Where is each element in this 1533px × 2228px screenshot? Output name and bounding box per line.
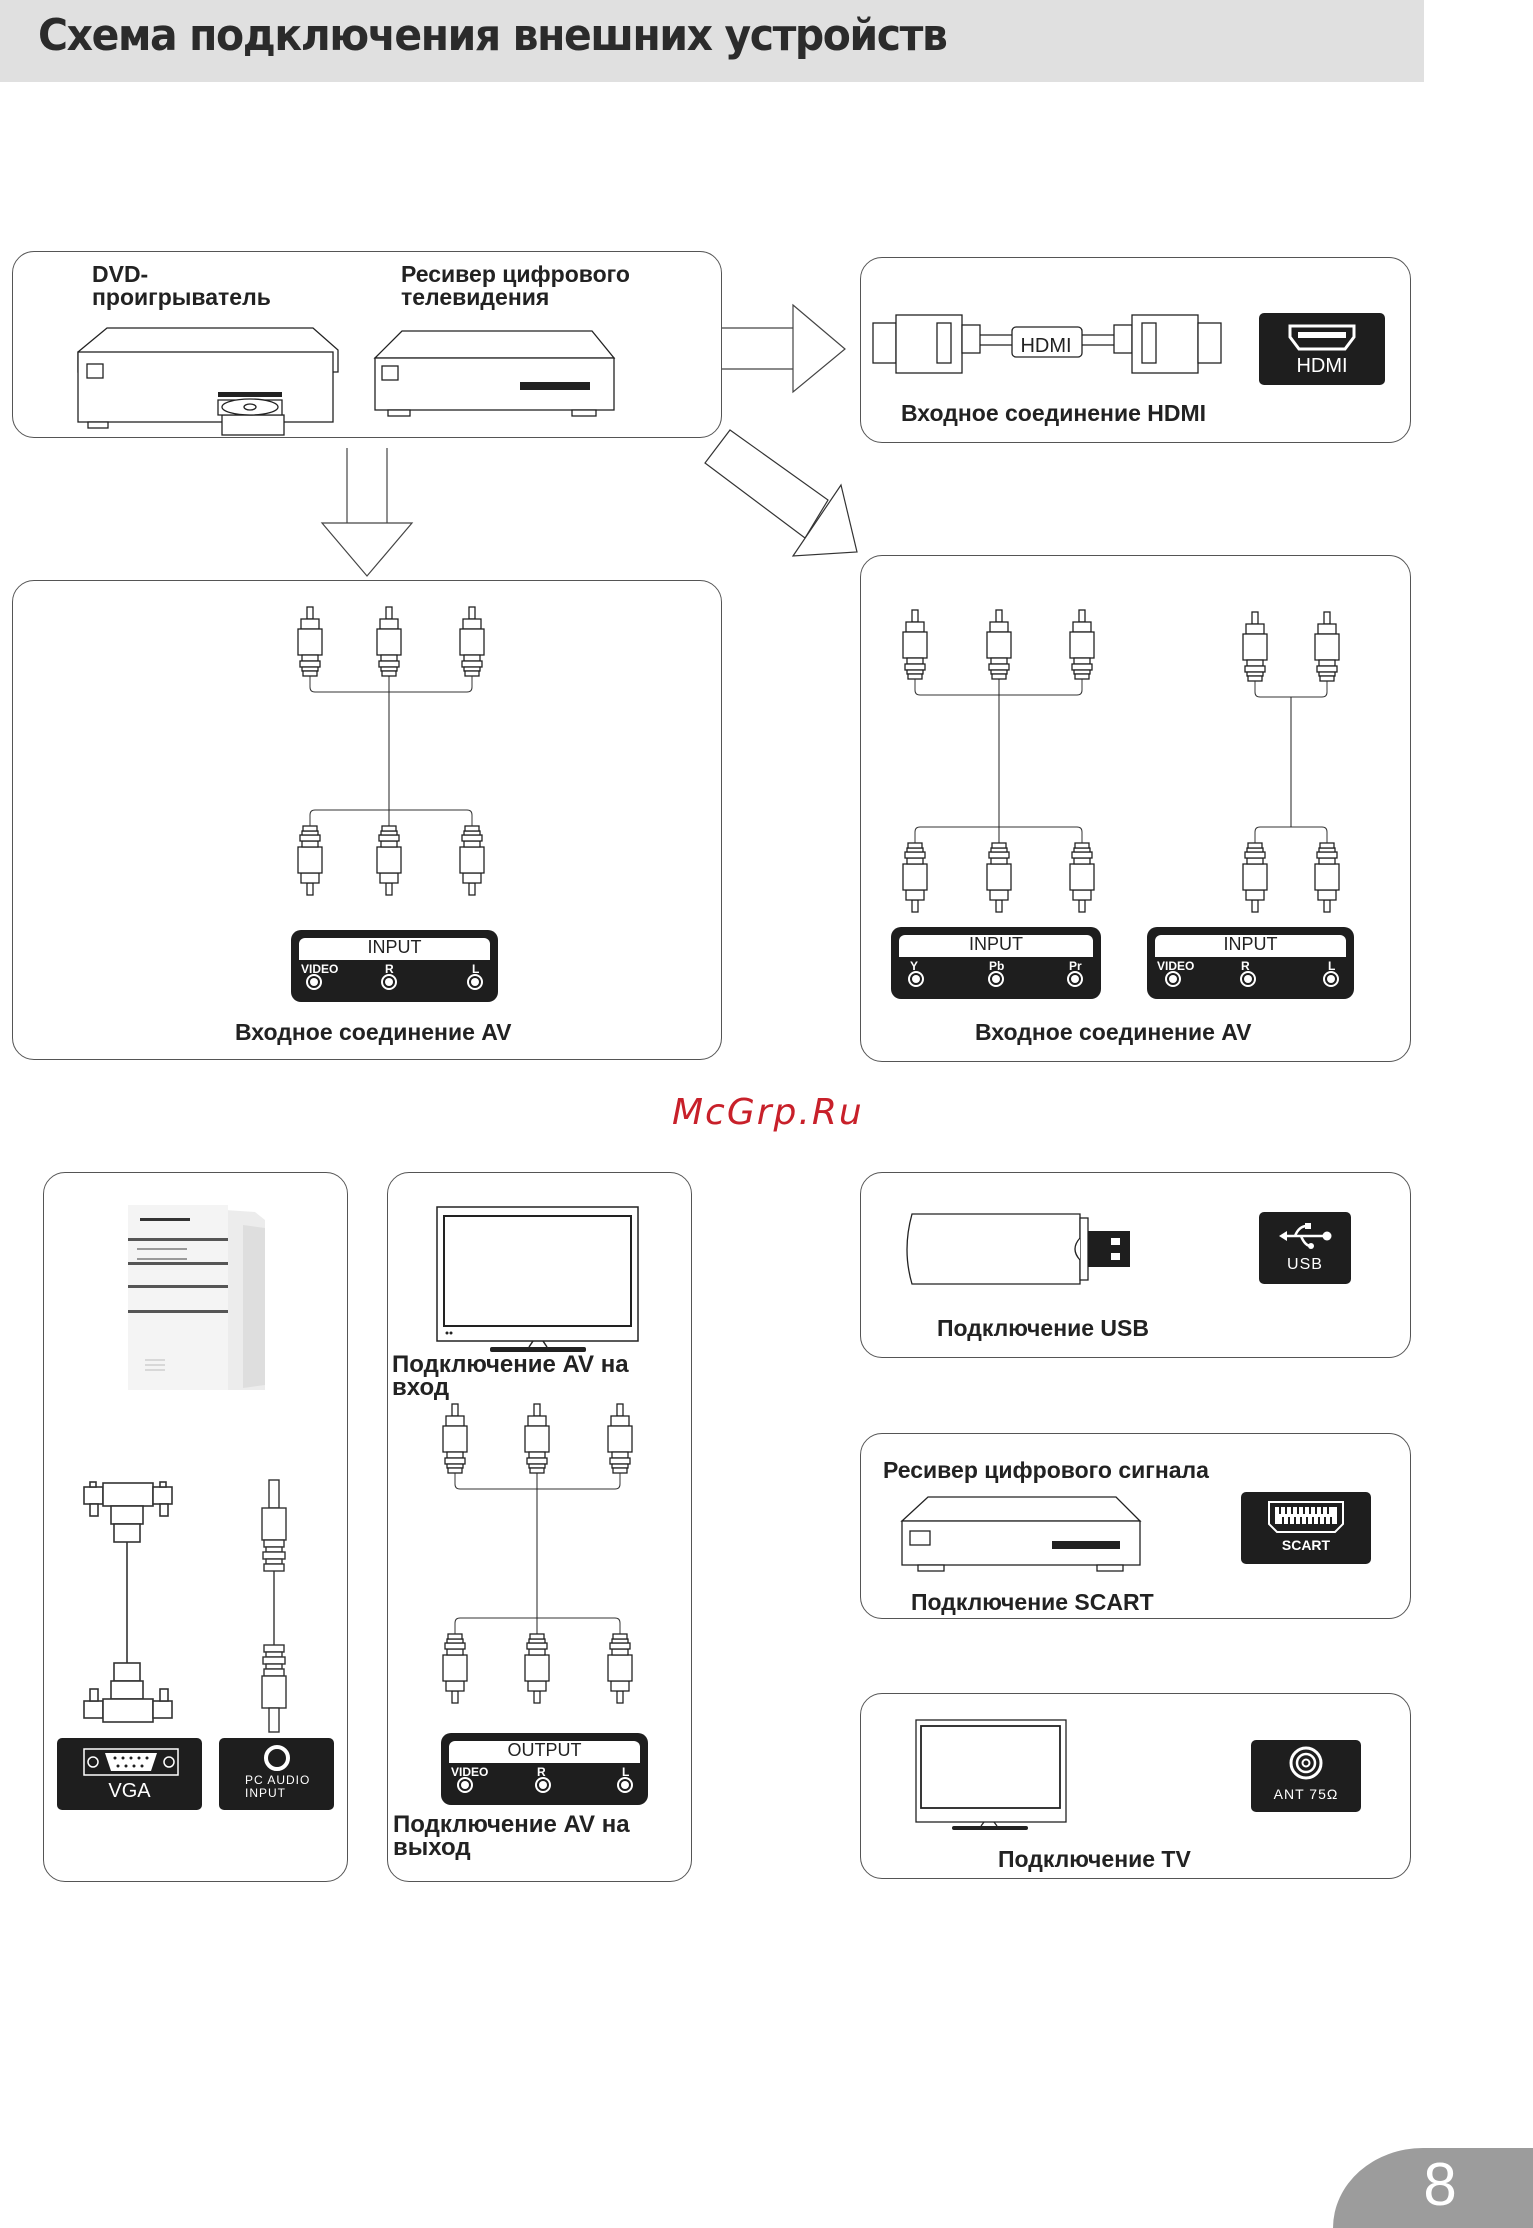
dvd-label-line2: проигрыватель — [92, 284, 271, 310]
av-input-caption: Входное соединение AV — [235, 1019, 512, 1045]
av-input-title: INPUT — [367, 937, 422, 957]
arrow-to-component — [704, 429, 858, 557]
hdmi-port-badge: HDMI — [1259, 313, 1385, 385]
usb-port-badge: USB — [1259, 1212, 1351, 1284]
watermark: McGrp.Ru — [672, 1092, 864, 1133]
av-out-caption-line2: выход — [393, 1834, 471, 1861]
l-jack — [1323, 971, 1339, 987]
hdmi-caption: Входное соединение HDMI — [901, 400, 1207, 426]
component-input-title: INPUT — [969, 934, 1023, 954]
tv-icon — [436, 1206, 639, 1352]
pc-audio-port-badge: PC AUDIO INPUT — [219, 1738, 334, 1810]
video-jack — [306, 974, 322, 990]
scart-port-badge: SCART — [1241, 1492, 1371, 1564]
y-jack — [908, 971, 924, 987]
audio-cable-icon — [261, 1479, 287, 1733]
scart-port-label: SCART — [1281, 1537, 1331, 1553]
video-jack — [1165, 971, 1181, 987]
av-output-jack-panel: OUTPUT VIDEO R L — [441, 1733, 648, 1805]
arrow-to-av — [320, 448, 414, 577]
scart-caption: Подключение SCART — [911, 1589, 1154, 1615]
rca-cable-icon — [297, 606, 485, 896]
tv-caption: Подключение TV — [998, 1846, 1191, 1872]
pr-jack — [1067, 971, 1083, 987]
l-jack — [467, 974, 483, 990]
av-in-caption-line2: вход — [392, 1374, 450, 1401]
hdmi-port-icon — [1288, 324, 1356, 351]
digital-receiver-icon — [900, 1496, 1142, 1572]
vga-cable-icon — [83, 1481, 173, 1723]
usb-flash-drive-icon — [906, 1213, 1130, 1285]
r-jack — [381, 974, 397, 990]
usb-port-label: USB — [1287, 1256, 1323, 1273]
antenna-port-label: ANT 75Ω — [1273, 1786, 1339, 1802]
pc-audio-label-line2: INPUT — [245, 1786, 286, 1800]
receiver-icon — [373, 330, 616, 417]
jack-label-video: VIDEO — [451, 1765, 489, 1779]
audio-jack-icon — [264, 1745, 290, 1771]
antenna-port-icon — [1289, 1746, 1323, 1780]
scart-device-label: Ресивер цифрового сигнала — [883, 1457, 1209, 1483]
av-output-title: OUTPUT — [507, 1740, 582, 1760]
vga-port-icon — [83, 1748, 179, 1776]
scart-port-icon — [1268, 1501, 1344, 1533]
av-input-jack-panel: INPUT VIDEO R L — [291, 930, 498, 1002]
usb-symbol-icon — [1279, 1223, 1332, 1249]
component-cable-icon — [902, 609, 1095, 913]
dvd-label-line1: DVD- — [92, 261, 149, 287]
antenna-port-badge: ANT 75Ω — [1251, 1740, 1361, 1812]
audio-input-title: INPUT — [1223, 934, 1278, 954]
jack-label-video: VIDEO — [301, 962, 339, 976]
dvd-player-icon — [77, 327, 339, 436]
av-component-caption: Входное соединение AV — [975, 1019, 1252, 1045]
hdmi-cable-label: HDMI — [1020, 335, 1072, 357]
l-jack — [617, 1777, 633, 1793]
r-jack — [535, 1777, 551, 1793]
receiver-label-line2: телевидения — [401, 284, 550, 310]
rca-cable-icon — [442, 1403, 633, 1704]
page-number: 8 — [1423, 2151, 1457, 2218]
tv-icon — [915, 1719, 1067, 1830]
audio-input-jack-panel: INPUT VIDEO R L — [1147, 927, 1354, 999]
vga-port-badge: VGA — [57, 1738, 202, 1810]
vga-port-label: VGA — [108, 1780, 151, 1802]
page-title: Схема подключения внешних устройств — [38, 10, 948, 61]
arrow-to-hdmi — [722, 303, 846, 394]
hdmi-port-label: HDMI — [1296, 355, 1348, 377]
component-input-jack-panel: INPUT Y Pb Pr — [891, 927, 1101, 999]
audio-cable-icon — [1242, 611, 1340, 913]
video-jack — [457, 1777, 473, 1793]
pc-tower-icon — [128, 1205, 265, 1390]
receiver-label-line1: Ресивер цифрового — [401, 261, 630, 287]
r-jack — [1240, 971, 1256, 987]
pb-jack — [988, 971, 1004, 987]
usb-caption: Подключение USB — [937, 1315, 1149, 1341]
